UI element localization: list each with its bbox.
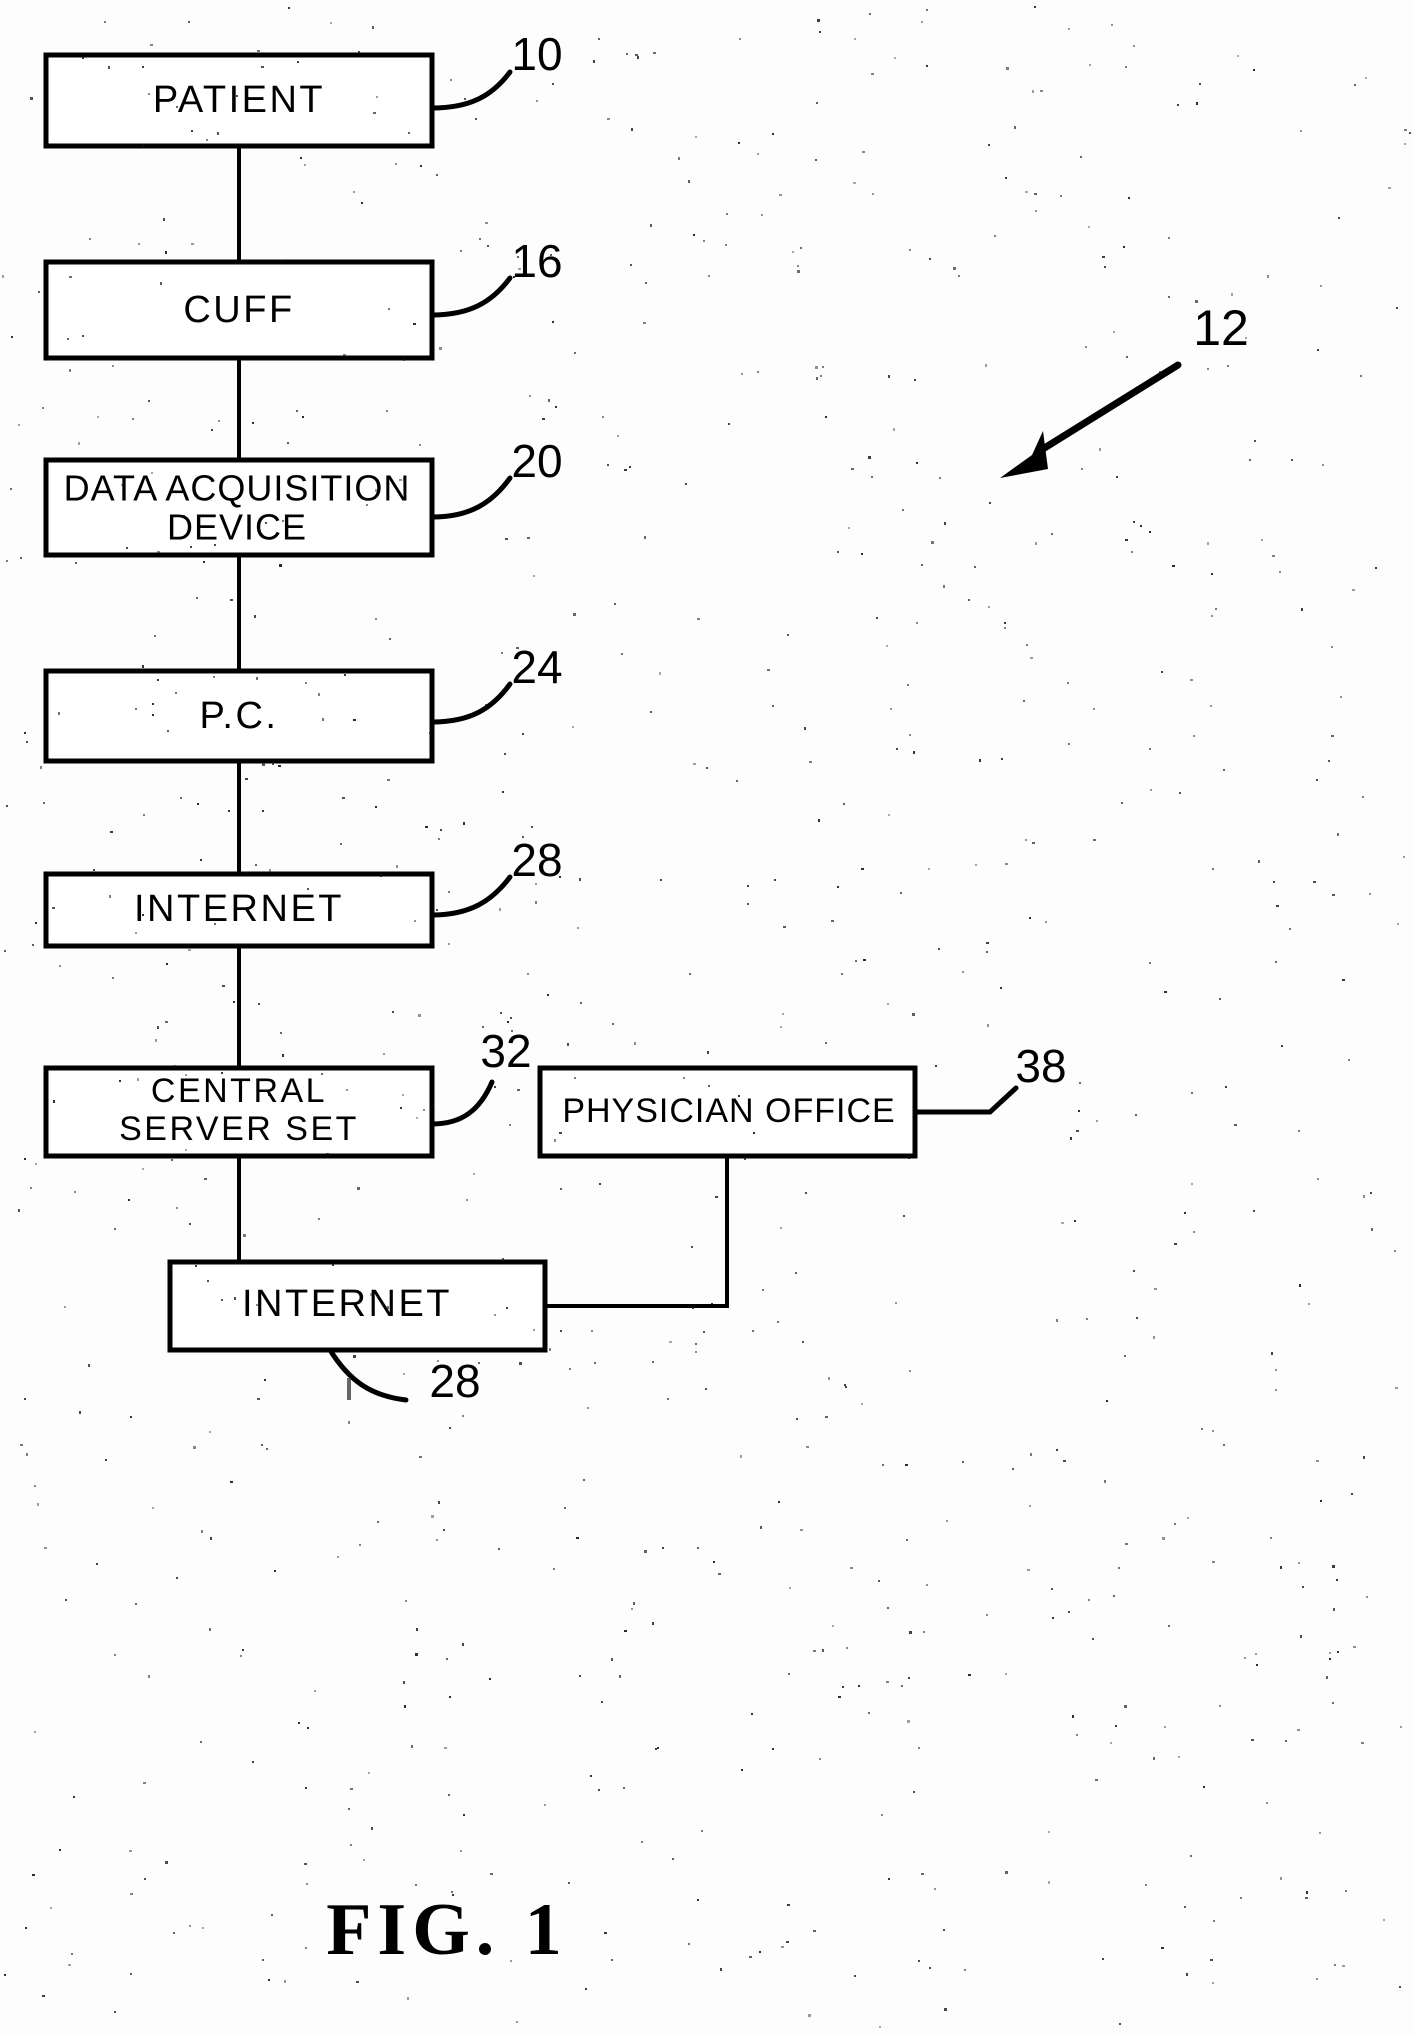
node-data-acquisition-device-label-line1: DATA ACQUISITION	[64, 468, 411, 509]
leader-line-data-acquisition-device	[429, 475, 513, 520]
scan-artifact-mark	[347, 1378, 351, 1400]
ref-number-central-server-set: 32	[480, 1025, 531, 1077]
node-data-acquisition-device-label-line2: DEVICE	[167, 507, 307, 548]
leader-central-server-set: 32	[429, 1025, 532, 1127]
node-internet-lower-label: INTERNET	[242, 1283, 452, 1325]
leader-line-patient	[429, 69, 513, 111]
leader-line-internet-upper	[429, 874, 513, 918]
node-patient-label: PATIENT	[153, 79, 325, 121]
node-patient[interactable]: PATIENT	[43, 52, 435, 149]
node-internet-lower[interactable]: INTERNET	[167, 1259, 548, 1353]
leader-patient: 10	[429, 28, 563, 111]
ref-number-pc: 24	[511, 641, 562, 693]
ref-number-data-acquisition-device: 20	[511, 435, 562, 487]
node-cuff-label: CUFF	[183, 289, 294, 331]
connector-physician-internet-lower	[545, 1156, 729, 1308]
system-pointer-arrow: 12	[1000, 300, 1249, 478]
pointer-arrow-head	[1000, 431, 1048, 478]
figure-diagram: PATIENT 10 CUFF 16 DATA ACQUISITION DEVI…	[43, 28, 1249, 1971]
figure-caption: FIG. 1	[326, 1889, 568, 1971]
ref-number-internet-upper: 28	[511, 834, 562, 886]
leader-physician-office: 38	[912, 1040, 1067, 1115]
node-internet-upper-label: INTERNET	[134, 888, 344, 930]
node-internet-upper[interactable]: INTERNET	[43, 871, 435, 949]
patent-figure-page: PATIENT 10 CUFF 16 DATA ACQUISITION DEVI…	[0, 0, 1414, 2036]
ref-number-system: 12	[1193, 300, 1249, 356]
ref-number-physician-office: 38	[1015, 1040, 1066, 1092]
ref-number-internet-lower: 28	[429, 1355, 480, 1407]
node-central-server-set-label-line1: CENTRAL	[151, 1072, 327, 1110]
pointer-arrow-shaft	[1034, 361, 1182, 456]
node-pc[interactable]: P.C.	[43, 668, 435, 764]
leader-internet-lower: 28	[327, 1347, 481, 1407]
leader-pc: 24	[429, 641, 563, 725]
leader-cuff: 16	[429, 235, 563, 318]
leader-line-internet-lower	[327, 1347, 409, 1403]
node-physician-office[interactable]: PHYSICIAN OFFICE	[537, 1065, 918, 1159]
node-cuff[interactable]: CUFF	[43, 259, 435, 361]
leader-line-pc	[429, 681, 513, 725]
node-physician-office-label: PHYSICIAN OFFICE	[562, 1092, 895, 1130]
leader-line-central-server-set	[429, 1079, 495, 1127]
node-data-acquisition-device[interactable]: DATA ACQUISITION DEVICE	[43, 457, 435, 558]
ref-number-patient: 10	[511, 28, 562, 80]
ref-number-cuff: 16	[511, 235, 562, 287]
leader-internet-upper: 28	[429, 834, 563, 918]
node-pc-label: P.C.	[199, 695, 278, 737]
node-central-server-set[interactable]: CENTRAL SERVER SET	[43, 1065, 435, 1159]
leader-line-physician-office	[912, 1085, 1019, 1115]
node-central-server-set-label-line2: SERVER SET	[119, 1110, 359, 1148]
leader-line-cuff	[429, 275, 513, 318]
leader-data-acquisition-device: 20	[429, 435, 563, 520]
